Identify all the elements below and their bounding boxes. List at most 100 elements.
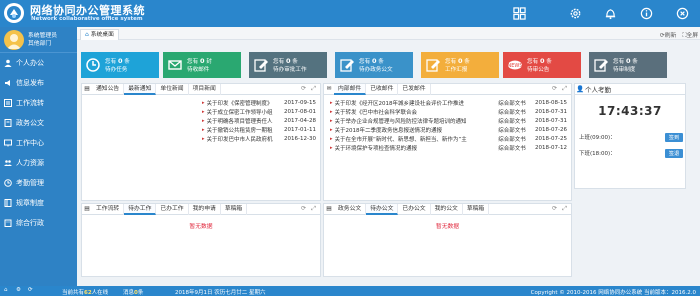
notice-row[interactable]: ▸ 关于印发《保密管理制度》 2017-09-15: [202, 98, 316, 107]
summary-tile[interactable]: 您有 0 条工作汇报: [421, 52, 499, 78]
summary-tile[interactable]: 您有 0 条待办政务公文: [335, 52, 413, 78]
mail-date: 2018-07-25: [535, 135, 567, 142]
bullet-icon: ▸: [202, 135, 205, 142]
notice-row[interactable]: ▸ 关于撤销公共租赁房一期租 2017-01-11: [202, 125, 316, 134]
tab-internal-mail[interactable]: 内部邮件: [334, 83, 367, 95]
mail-row[interactable]: ▸ 关于2018年二季度政务信息报送情况的通报 综合部文书 2018-07-26: [330, 125, 567, 134]
grid-icon[interactable]: [512, 6, 527, 21]
tab-latest-notice[interactable]: 最新通知: [124, 83, 157, 95]
edit-icon: [249, 52, 273, 78]
workflow-panel: ▤ 工作流转 待办工作 已办工作 我的申请 草稿箱 ⟳ ⤢ 暂无数据: [81, 203, 321, 277]
bell-icon[interactable]: [603, 6, 618, 21]
mail-icon: [163, 52, 187, 78]
mail-row[interactable]: ▸ 关于印发《经开区2018年城乡建设社会评价工作推进 综合部文书 2018-08-1…: [330, 98, 567, 107]
tab-workflow[interactable]: 工作流转: [92, 203, 125, 215]
bullet-icon: ▸: [330, 135, 333, 142]
close-icon[interactable]: [675, 6, 690, 21]
tab-received-mail[interactable]: 已收邮件: [366, 83, 399, 95]
mail-sender: 综合部文书: [498, 118, 526, 125]
tab-done-docs[interactable]: 已办公文: [398, 203, 431, 215]
mail-sender: 综合部文书: [498, 136, 526, 143]
bullet-icon: ▸: [330, 144, 333, 151]
refresh-icon[interactable]: ⟳: [301, 85, 306, 93]
mail-subject: 关于环境保护专项检查情况的通报: [334, 145, 418, 152]
expand-icon[interactable]: ⤢: [311, 205, 316, 213]
edit-icon: [421, 52, 445, 78]
mail-row[interactable]: ▸ 关于转发《巴中市社会科学联合会 综合部文书 2018-07-31: [330, 107, 567, 116]
tile-prefix: 您有: [273, 58, 285, 65]
sidebar-item-hr[interactable]: 人力资源: [0, 153, 77, 173]
notice-row[interactable]: ▸ 关于成立保密工作领导小组 2017-08-01: [202, 107, 316, 116]
summary-tile[interactable]: NEWS 您有 0 条待审公告: [503, 52, 581, 78]
refresh-icon[interactable]: ⟳: [301, 205, 306, 213]
tab-my-requests[interactable]: 我的申请: [189, 203, 221, 215]
sidebar-item-personal-office[interactable]: 个人办公: [0, 53, 77, 73]
summary-tile[interactable]: 您有 0 封待收邮件: [163, 52, 241, 78]
tab-doc-drafts[interactable]: 草稿箱: [463, 203, 490, 215]
expand-icon[interactable]: ⤢: [311, 85, 316, 93]
sidebar-item-regulations[interactable]: 规章制度: [0, 193, 77, 213]
empty-message: 暂无数据: [435, 224, 460, 230]
mail-row[interactable]: ▸ 关于举办企业合规管理与风险防控法律专题培训的通知 综合部文书 2018-07-31: [330, 116, 567, 125]
mail-sender: 综合部文书: [498, 100, 526, 107]
tab-sent-mail[interactable]: 已发邮件: [398, 83, 431, 95]
home-icon[interactable]: ⌂: [4, 287, 8, 293]
sidebar-item-workflow[interactable]: 工作流转: [0, 93, 77, 113]
fullscreen-button[interactable]: ⛶全屏: [682, 30, 698, 40]
book-icon: [4, 199, 12, 207]
bullet-icon: ▸: [330, 99, 333, 106]
tab-notice[interactable]: 通知公告: [92, 83, 125, 95]
gear-icon[interactable]: ⚙: [16, 287, 21, 293]
refresh-icon[interactable]: ⟳: [552, 85, 557, 93]
mail-row[interactable]: ▸ 关于在全市开展“新时代、新思想、新担当、新作为”主 综合部文书 2018-07-2…: [330, 134, 567, 143]
notice-title: 关于印发巴中市人民政府机: [206, 136, 273, 143]
avatar[interactable]: [4, 30, 24, 50]
sidebar-item-info-publish[interactable]: 信息发布: [0, 73, 77, 93]
tab-gov-docs[interactable]: 政务公文: [334, 203, 367, 215]
refresh-button[interactable]: ⟳刷新: [660, 30, 676, 40]
notice-title: 关于印发《保密管理制度》: [206, 100, 273, 107]
info-icon[interactable]: [639, 6, 654, 21]
tab-desktop[interactable]: ⌂ 系统桌面: [80, 29, 119, 40]
tile-prefix: 您有: [187, 58, 199, 65]
summary-tile[interactable]: 您有 0 条待办审批工作: [249, 52, 327, 78]
mail-row[interactable]: ▸ 关于环境保护专项检查情况的通报 综合部文书 2018-07-12: [330, 143, 567, 152]
sidebar-item-admin[interactable]: 综合行政: [0, 213, 77, 233]
tile-text: 您有 0 条工作汇报: [445, 57, 470, 74]
tab-drafts[interactable]: 草稿箱: [221, 203, 248, 215]
expand-icon[interactable]: ⤢: [562, 85, 567, 93]
tab-unit-news[interactable]: 单位新闻: [156, 83, 189, 95]
flow-icon: ▤: [84, 206, 90, 212]
tab-project-news[interactable]: 项目新闻: [189, 83, 221, 95]
checkin-button[interactable]: 签到: [665, 132, 683, 142]
docs-panel: ▤ 政务公文 待办公文 已办公文 我的公文 草稿箱 ⟳ ⤢ 暂无数据: [323, 203, 572, 277]
docs-panel-header: ▤ 政务公文 待办公文 已办公文 我的公文 草稿箱 ⟳ ⤢: [324, 203, 571, 215]
tile-label: 待办审批工作: [273, 66, 307, 73]
notice-row[interactable]: ▸ 关于印发巴中市人民政府机 2016-12-30: [202, 134, 316, 143]
sidebar-item-work-center[interactable]: 工作中心: [0, 133, 77, 153]
tile-label: 待办任务: [105, 66, 128, 73]
message-count[interactable]: 消息0条: [123, 288, 143, 296]
refresh-icon[interactable]: ⟳: [28, 287, 33, 293]
notice-date: 2017-01-11: [284, 126, 316, 133]
summary-tile[interactable]: 您有 0 条待审制度: [589, 52, 667, 78]
summary-tile[interactable]: 您有 0 条待办任务: [81, 52, 159, 78]
sidebar-item-gov-docs[interactable]: 政务公文: [0, 113, 77, 133]
checkout-button[interactable]: 签退: [665, 148, 683, 158]
bullet-icon: ▸: [202, 117, 205, 124]
tile-label: 待审制度: [613, 66, 636, 73]
notice-panel-header: ▤ 通知公告 最新通知 单位新闻 项目新闻 ⟳ ⤢: [82, 83, 320, 95]
tab-pending-work[interactable]: 待办工作: [124, 203, 157, 215]
expand-icon[interactable]: ⤢: [562, 205, 567, 213]
current-date: 2018年9月1日 农历七月廿二 星期六: [175, 290, 266, 296]
tile-prefix: 您有: [105, 58, 117, 65]
person-icon: [4, 59, 12, 67]
top-header: 网络协同办公管理系统 Network collaborative office …: [0, 0, 700, 27]
sidebar-item-attendance[interactable]: 考勤管理: [0, 173, 77, 193]
notice-row[interactable]: ▸ 关于明确各项目管理责任人 2017-04-28: [202, 116, 316, 125]
refresh-icon[interactable]: ⟳: [552, 205, 557, 213]
gear-icon[interactable]: [568, 6, 583, 21]
tab-pending-docs[interactable]: 待办公文: [366, 203, 399, 215]
tab-done-work[interactable]: 已办工作: [156, 203, 189, 215]
tab-my-docs[interactable]: 我的公文: [431, 203, 463, 215]
